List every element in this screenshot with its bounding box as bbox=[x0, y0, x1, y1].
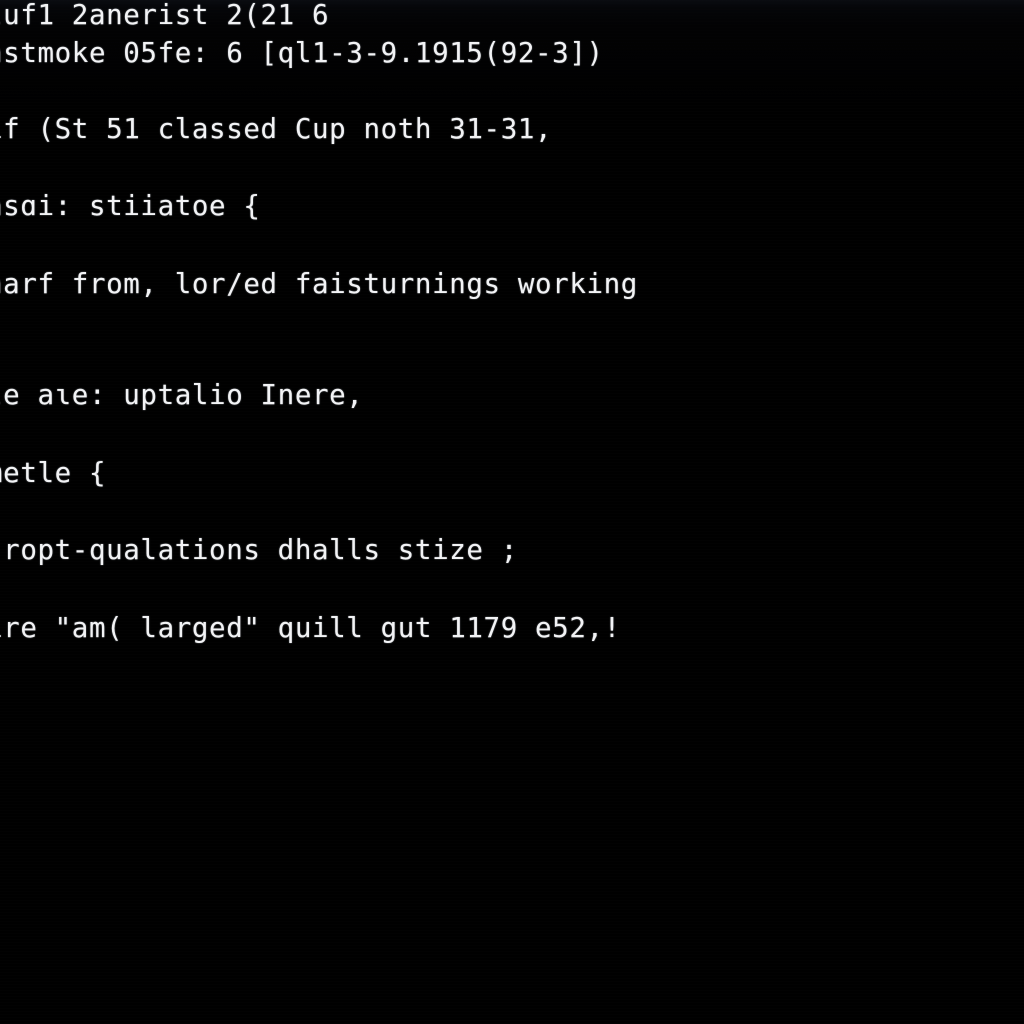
terminal-line: metle { bbox=[0, 457, 107, 489]
terminal-line: le aɩe: uptalio Inere, bbox=[0, 379, 364, 411]
terminal-line: if (St 51 classed Cup noth 31-31, bbox=[0, 113, 553, 145]
terminal-line: nstmoke 05fe: 6 [ql1-3-9.1915(92-3]) bbox=[0, 37, 604, 69]
terminal-line: luf1 2anerist 2(21 6 bbox=[0, 0, 330, 31]
terminal-line: . bbox=[0, 309, 3, 338]
scanline-overlay bbox=[0, 0, 1024, 1024]
terminal-line: ,ropt-qualations dhalls stize ; bbox=[0, 534, 518, 566]
capture-softness-overlay bbox=[0, 0, 1024, 1024]
terminal-line: narf from, lor/ed faisturnings working bbox=[0, 268, 638, 300]
terminal-line: asɑi: stiiatoe { bbox=[0, 190, 261, 222]
terminal-screen: luf1 2anerist 2(21 6 nstmoke 05fe: 6 [ql1… bbox=[0, 0, 1024, 1024]
terminal-line: ire "am( larged" quill gut 1179 e52,! bbox=[0, 612, 621, 644]
background-lower-area bbox=[0, 660, 1024, 1024]
background-vignette bbox=[0, 0, 1024, 1024]
